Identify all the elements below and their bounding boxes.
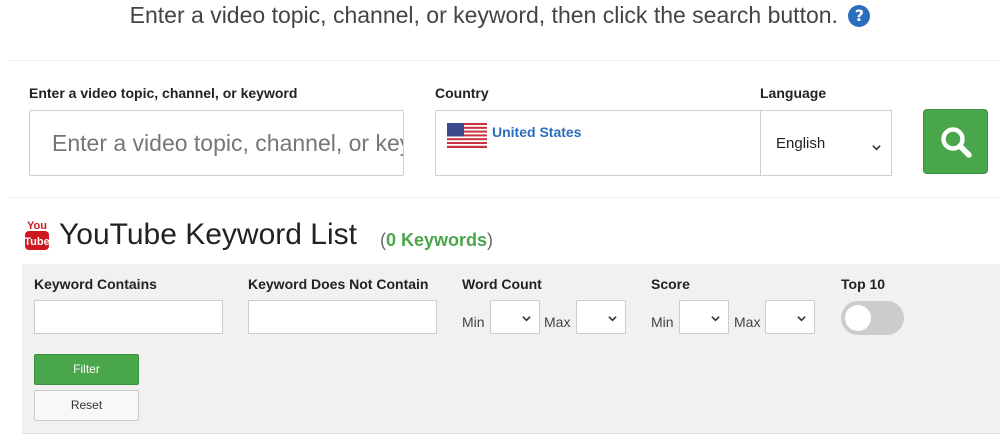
language-select[interactable]: English	[760, 110, 892, 176]
topic-search-input[interactable]	[29, 110, 404, 176]
search-icon	[941, 127, 972, 158]
us-flag-icon	[447, 123, 487, 148]
word-count-max-label: Max	[544, 314, 571, 330]
score-min-label: Min	[651, 314, 674, 330]
search-button[interactable]	[923, 109, 988, 174]
score-min-select[interactable]	[679, 300, 729, 334]
help-question-icon[interactable]: ?	[848, 5, 871, 27]
score-max-select[interactable]	[765, 300, 815, 334]
keyword-count-value: 0 Keywords	[386, 230, 488, 250]
country-label: Country	[435, 85, 489, 101]
reset-button[interactable]: Reset	[34, 390, 139, 421]
search-panel: Enter a video topic, channel, or keyword…	[8, 60, 1000, 198]
topic-label: Enter a video topic, channel, or keyword	[29, 85, 298, 101]
youtube-logo-icon: You Tube	[24, 217, 50, 251]
filter-panel: Keyword Contains Keyword Does Not Contai…	[22, 264, 1000, 434]
keyword-contains-label: Keyword Contains	[34, 276, 157, 292]
country-value: United States	[492, 124, 582, 140]
keyword-contains-input[interactable]	[34, 300, 223, 334]
chevron-down-icon	[797, 316, 806, 322]
count-close: )	[487, 230, 494, 250]
word-count-min-select[interactable]	[490, 300, 540, 334]
chevron-down-icon	[522, 316, 531, 322]
language-label: Language	[760, 85, 827, 101]
score-max-label: Max	[734, 314, 761, 330]
language-value: English	[776, 135, 826, 152]
top10-label: Top 10	[841, 276, 886, 292]
chevron-down-icon	[608, 316, 617, 322]
youtube-logo-text-top: You	[27, 220, 47, 232]
keyword-not-contains-input[interactable]	[248, 300, 437, 334]
instruction-text: Enter a video topic, channel, or keyword…	[129, 2, 838, 28]
keyword-not-contains-label: Keyword Does Not Contain	[248, 276, 429, 292]
filter-button[interactable]: Filter	[34, 354, 139, 385]
youtube-logo-text-bottom: Tube	[24, 236, 49, 248]
word-count-min-label: Min	[462, 314, 485, 330]
top10-toggle[interactable]	[841, 301, 904, 335]
word-count-max-select[interactable]	[576, 300, 626, 334]
toggle-knob	[845, 305, 871, 331]
chevron-down-icon	[711, 316, 720, 322]
country-selector[interactable]: United States	[435, 110, 763, 176]
page-instruction: Enter a video topic, channel, or keyword…	[0, 2, 1000, 29]
score-label: Score	[651, 276, 690, 292]
keyword-list-title: YouTube Keyword List	[59, 218, 357, 251]
chevron-down-icon	[872, 139, 881, 151]
word-count-label: Word Count	[462, 276, 542, 292]
keyword-count: (0 Keywords)	[380, 230, 493, 251]
